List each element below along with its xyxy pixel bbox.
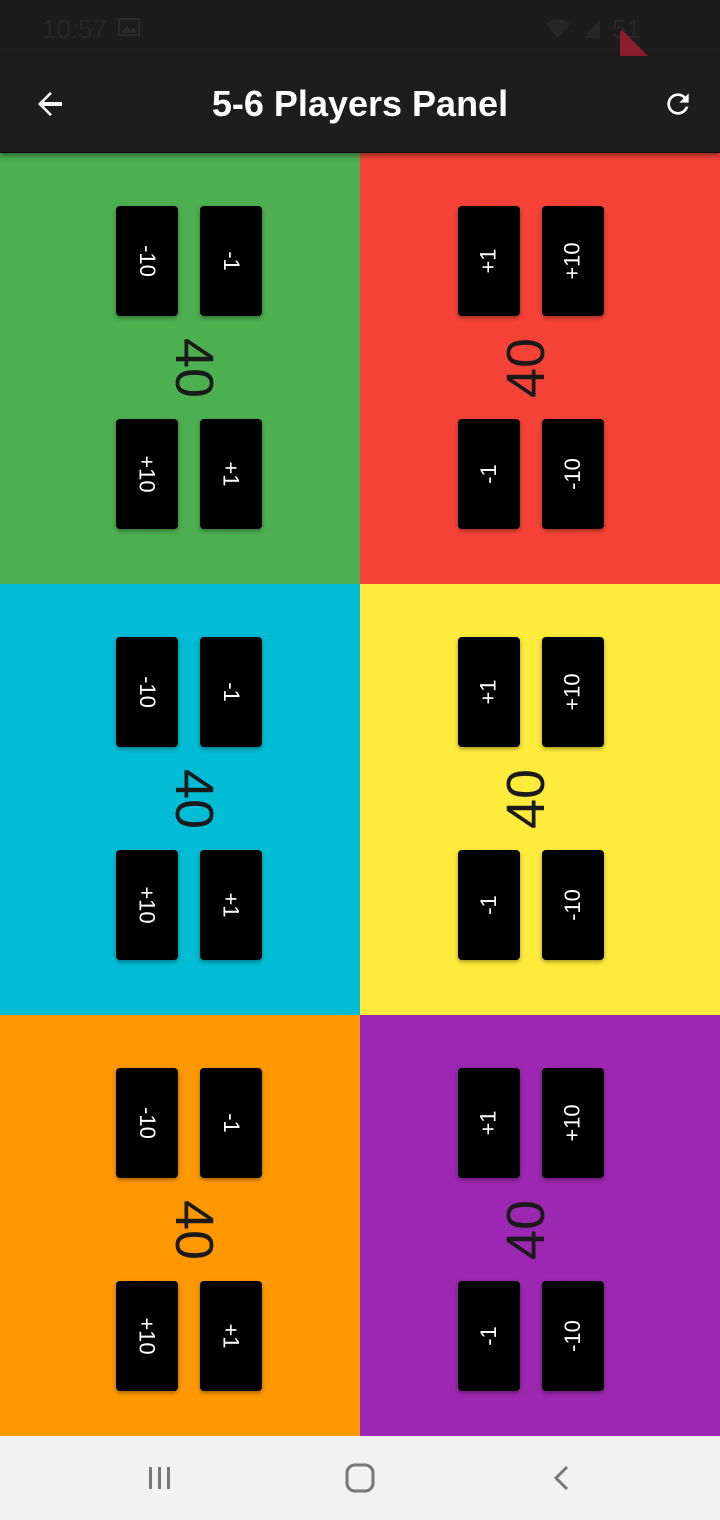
player-panel-6: +1 +10 -1 -10 40	[360, 1015, 720, 1446]
button-label: -10	[134, 676, 160, 708]
player-5-button-plus10[interactable]: +10	[116, 1281, 178, 1391]
button-label: -1	[476, 1326, 501, 1346]
button-label: +10	[134, 1317, 160, 1355]
button-label: +1	[219, 1323, 244, 1349]
player-4-life-total: 40	[496, 768, 556, 830]
home-button[interactable]	[332, 1450, 388, 1506]
status-time: 10:57	[42, 14, 108, 44]
button-label: -1	[219, 251, 244, 271]
player-3-button-plus1[interactable]: +1	[200, 850, 262, 960]
player-panel-1: -10 -1 +10 +1 40	[0, 153, 360, 584]
player-panel-2: +1 +10 -1 -10 40	[360, 153, 720, 584]
button-label: +10	[559, 242, 585, 280]
button-label: -1	[219, 1113, 244, 1133]
nav-back-button[interactable]	[534, 1450, 590, 1506]
player-6-button-minus1[interactable]: -1	[458, 1281, 520, 1391]
recents-button[interactable]	[132, 1450, 188, 1506]
player-2-button-plus1[interactable]: +1	[458, 206, 520, 316]
system-nav-bar	[0, 1436, 720, 1520]
button-label: -10	[559, 889, 585, 921]
player-1-life-total: 40	[164, 337, 224, 399]
status-bar: 10:57 51	[0, 0, 720, 56]
player-6-life-total: 40	[496, 1199, 556, 1261]
button-label: -1	[476, 895, 501, 915]
button-label: +1	[476, 679, 501, 705]
player-6-button-plus1[interactable]: +1	[458, 1068, 520, 1178]
player-4-button-minus1[interactable]: -1	[458, 850, 520, 960]
refresh-icon	[667, 93, 689, 115]
button-label: -1	[219, 682, 244, 702]
player-panel-5: -10 -1 +10 +1 40	[0, 1015, 360, 1446]
nav-back-icon	[553, 1465, 569, 1491]
button-label: +1	[476, 1110, 501, 1136]
player-3-button-minus10[interactable]: -10	[116, 637, 178, 747]
player-panel-4: +1 +10 -1 -10 40	[360, 584, 720, 1015]
button-label: +1	[219, 461, 244, 487]
player-2-button-plus10[interactable]: +10	[542, 206, 604, 316]
button-label: +10	[134, 455, 160, 493]
player-2-life-total: 40	[496, 337, 556, 399]
player-5-button-minus1[interactable]: -1	[200, 1068, 262, 1178]
recents-icon	[149, 1467, 170, 1489]
button-label: -10	[134, 245, 160, 277]
app-bar: 5-6 Players Panel	[0, 56, 720, 152]
refresh-button[interactable]	[650, 76, 706, 132]
player-1-button-minus10[interactable]: -10	[116, 206, 178, 316]
arrow-back-icon	[38, 92, 62, 116]
image-notification-icon	[118, 18, 140, 36]
player-5-button-plus1[interactable]: +1	[200, 1281, 262, 1391]
player-1-button-plus1[interactable]: +1	[200, 419, 262, 529]
button-label: +1	[476, 248, 501, 274]
player-4-button-minus10[interactable]: -10	[542, 850, 604, 960]
player-5-button-minus10[interactable]: -10	[116, 1068, 178, 1178]
button-label: +10	[134, 886, 160, 924]
player-panel-3: -10 -1 +10 +1 40	[0, 584, 360, 1015]
player-6-button-plus10[interactable]: +10	[542, 1068, 604, 1178]
player-4-button-plus1[interactable]: +1	[458, 637, 520, 747]
button-label: +10	[559, 673, 585, 711]
player-4-button-plus10[interactable]: +10	[542, 637, 604, 747]
page-title: 5-6 Players Panel	[211, 83, 509, 124]
player-5-life-total: 40	[164, 1199, 224, 1261]
player-2-button-minus1[interactable]: -1	[458, 419, 520, 529]
button-label: -10	[559, 1320, 585, 1352]
player-3-button-plus10[interactable]: +10	[116, 850, 178, 960]
button-label: -10	[134, 1107, 160, 1139]
player-1-button-minus1[interactable]: -1	[200, 206, 262, 316]
button-label: -1	[476, 464, 501, 484]
button-label: -10	[559, 458, 585, 490]
player-3-life-total: 40	[164, 768, 224, 830]
player-2-button-minus10[interactable]: -10	[542, 419, 604, 529]
button-label: +10	[559, 1104, 585, 1142]
player-3-button-minus1[interactable]: -1	[200, 637, 262, 747]
button-label: +1	[219, 892, 244, 918]
player-1-button-plus10[interactable]: +10	[116, 419, 178, 529]
home-icon	[345, 1463, 375, 1493]
player-6-button-minus10[interactable]: -10	[542, 1281, 604, 1391]
back-button[interactable]	[22, 76, 78, 132]
